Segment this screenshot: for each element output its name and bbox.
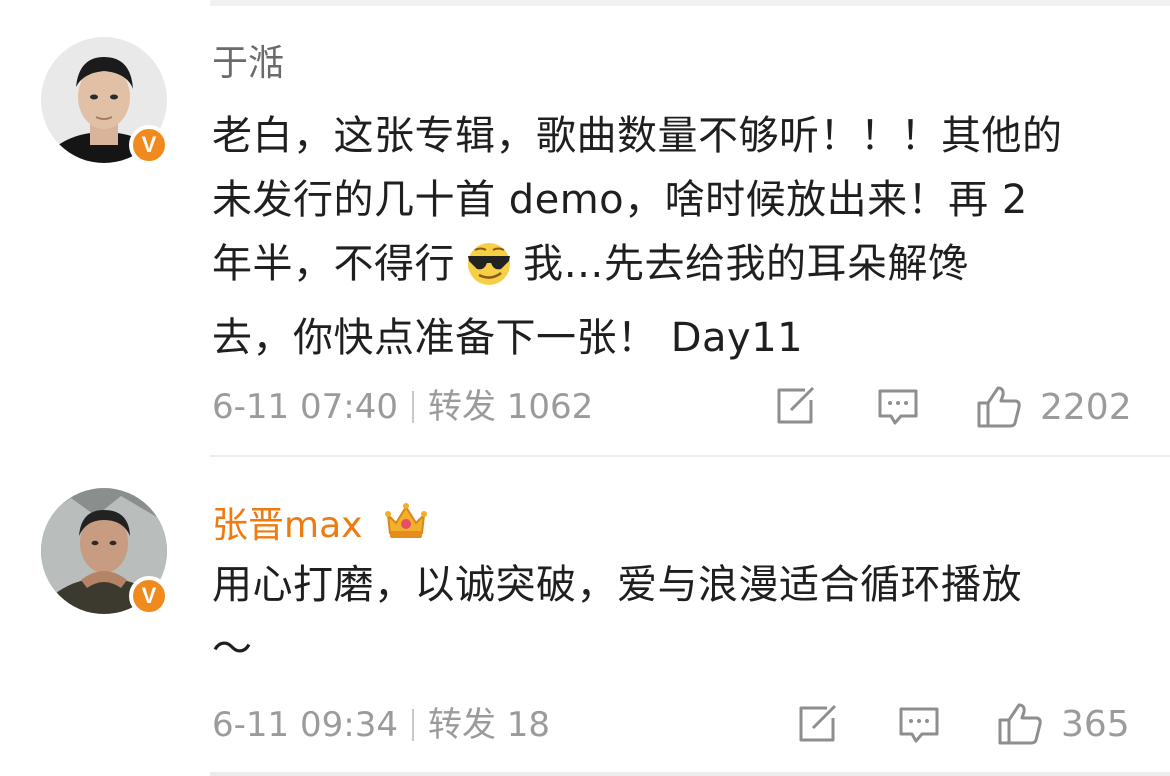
- avatar[interactable]: V: [41, 488, 169, 616]
- comment-line-part: 我…先去给我的耳朵解馋: [523, 241, 969, 287]
- repost-button[interactable]: [775, 386, 817, 426]
- comment-divider: [210, 455, 1170, 457]
- repost-button[interactable]: [797, 704, 839, 744]
- comment-text: 用心打磨，以诚突破，爱与浪漫适合循环播放 ～: [212, 553, 1142, 681]
- bottom-divider: [210, 772, 1170, 776]
- avatar[interactable]: V: [41, 37, 169, 165]
- repost-label: 转发: [427, 387, 496, 427]
- comment-line: 用心打磨，以诚突破，爱与浪漫适合循环播放: [212, 562, 1022, 608]
- repost-label: 转发: [427, 705, 496, 745]
- username[interactable]: 于湉: [212, 42, 284, 86]
- verified-badge-icon: V: [129, 576, 169, 616]
- username-text: 张晋max: [212, 505, 363, 546]
- timestamp: 6-11 09:34: [212, 705, 398, 745]
- timestamp: 6-11 07:40: [212, 387, 398, 427]
- like-button[interactable]: 2202: [976, 385, 1132, 429]
- comment-line: 去，你快点准备下一张！ Day11: [212, 315, 804, 361]
- like-button[interactable]: 365: [997, 702, 1130, 746]
- comment-bubble-icon: [877, 388, 919, 428]
- crown-icon: [384, 501, 428, 552]
- edit-share-icon: [775, 386, 817, 426]
- thumbs-up-icon: [976, 385, 1022, 429]
- sunglasses-smirk-emoji-icon: [461, 241, 517, 306]
- comment-line: ～: [212, 626, 253, 672]
- like-count: 2202: [1040, 386, 1132, 428]
- meta-divider: [411, 709, 414, 741]
- comment-item: V 张晋max 用心打磨，以诚突破，爱与浪漫适合循环播放 ～ 6-11 09:3…: [0, 458, 1170, 776]
- username[interactable]: 张晋max: [212, 501, 428, 552]
- comment-meta: 6-11 09:34 转发 18: [212, 705, 550, 745]
- comment-text: 老白，这张专辑，歌曲数量不够听！！！其他的 未发行的几十首 demo，啥时候放出…: [212, 104, 1142, 370]
- edit-share-icon: [797, 704, 839, 744]
- like-count: 365: [1061, 703, 1130, 745]
- comment-bubble-icon: [898, 706, 940, 746]
- comment-item: V 于湉 老白，这张专辑，歌曲数量不够听！！！其他的 未发行的几十首 demo，…: [0, 0, 1170, 456]
- comment-button[interactable]: [898, 706, 940, 746]
- meta-divider: [411, 391, 414, 423]
- comment-meta: 6-11 07:40 转发 1062: [212, 387, 593, 427]
- thumbs-up-icon: [997, 702, 1043, 746]
- repost-count: 18: [506, 705, 551, 745]
- repost-count: 1062: [506, 387, 594, 427]
- comment-line-part: 年半，不得行: [212, 241, 455, 287]
- verified-badge-icon: V: [129, 125, 169, 165]
- comment-button[interactable]: [877, 388, 919, 428]
- comment-line: 未发行的几十首 demo，啥时候放出来！再 2: [212, 177, 1028, 223]
- comment-line: 老白，这张专辑，歌曲数量不够听！！！其他的: [212, 113, 1063, 159]
- comment-line: 年半，不得行 我…先去给我的耳朵解馋: [212, 232, 1142, 306]
- comment-list: V 于湉 老白，这张专辑，歌曲数量不够听！！！其他的 未发行的几十首 demo，…: [0, 0, 1170, 776]
